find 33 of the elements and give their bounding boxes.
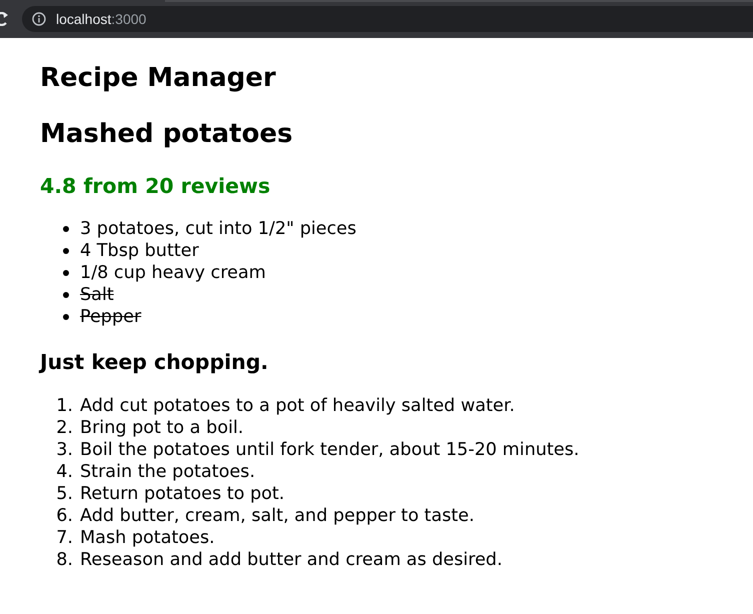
- ingredient-text: 3 potatoes, cut into 1/2" pieces: [80, 218, 356, 240]
- ingredient-text: Salt: [80, 284, 114, 306]
- step-text: Boil the potatoes until fork tender, about 15-20 minutes.: [80, 439, 580, 461]
- bullet-icon: [63, 292, 69, 298]
- bullet-icon: [63, 226, 69, 232]
- step-text: Strain the potatoes.: [80, 461, 256, 483]
- step-number: 4.: [56, 461, 73, 483]
- step-text: Reseason and add butter and cream as desired.: [80, 549, 502, 571]
- step-text: Add butter, cream, salt, and pepper to taste.: [80, 505, 474, 527]
- step-number: 5.: [56, 483, 73, 505]
- step-text: Add cut potatoes to a pot of heavily salted water.: [80, 395, 515, 417]
- bullet-icon: [63, 248, 69, 254]
- rating-text: 4.8 from 20 reviews: [40, 173, 270, 200]
- ingredient-text: 1/8 cup heavy cream: [80, 262, 266, 284]
- step-number: 2.: [56, 417, 73, 439]
- step-number: 6.: [56, 505, 73, 527]
- ingredient-text: Pepper: [80, 306, 142, 328]
- bullet-icon: [63, 270, 69, 276]
- step-number: 1.: [56, 395, 73, 417]
- step-number: 7.: [56, 527, 73, 549]
- reload-icon[interactable]: [0, 12, 8, 26]
- step-number: 8.: [56, 549, 73, 571]
- ingredient-text: 4 Tbsp butter: [80, 240, 199, 262]
- app-title: Recipe Manager: [40, 62, 276, 94]
- steps-heading: Just keep chopping.: [40, 349, 268, 375]
- address-bar[interactable]: localhost:3000: [22, 6, 753, 32]
- info-icon[interactable]: [32, 12, 46, 26]
- recipe-title: Mashed potatoes: [40, 119, 293, 149]
- bullet-icon: [63, 314, 69, 320]
- step-number: 3.: [56, 439, 73, 461]
- step-text: Bring pot to a boil.: [80, 417, 244, 439]
- step-text: Mash potatoes.: [80, 527, 215, 549]
- step-text: Return potatoes to pot.: [80, 483, 285, 505]
